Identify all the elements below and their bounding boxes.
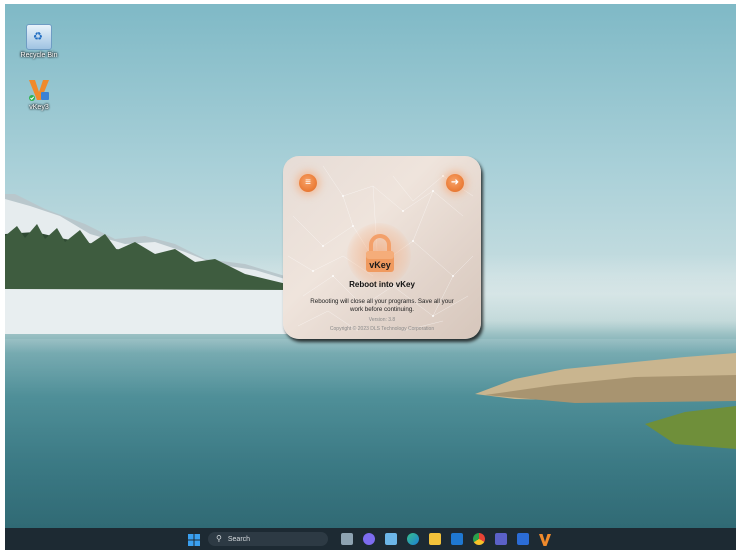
- copyright-text: Copyright © 2023 DLS Technology Corporat…: [329, 326, 435, 332]
- outlook-icon[interactable]: [451, 533, 463, 545]
- desktop-icon-recycle-bin[interactable]: ♻ Recycle Bin: [17, 24, 61, 59]
- exit-button[interactable]: ➜: [446, 174, 464, 192]
- desktop-icon-vkey[interactable]: vKey3: [17, 78, 61, 111]
- photos-icon[interactable]: [385, 533, 397, 545]
- search-icon: ⚲: [216, 534, 222, 543]
- dialog-title: Reboot into vKey: [349, 280, 415, 289]
- search-placeholder: Search: [227, 536, 251, 543]
- vkey-logo-text: vKey: [369, 260, 391, 270]
- desktop-icon-label: vKey3: [29, 104, 49, 111]
- exit-icon: ➜: [450, 177, 460, 188]
- task-view-icon[interactable]: [341, 533, 353, 545]
- dialog-message: Rebooting will close all your programs. …: [310, 298, 454, 313]
- vkey-taskbar-icon[interactable]: [539, 533, 551, 546]
- chat-icon[interactable]: [363, 533, 375, 545]
- file-explorer-icon[interactable]: [429, 533, 441, 545]
- recycle-bin-icon: ♻: [26, 24, 52, 50]
- taskbar: ⚲ Search: [5, 528, 736, 550]
- grass-shore: [645, 406, 736, 449]
- start-icon[interactable]: [188, 533, 200, 546]
- lock-icon[interactable]: vKey: [363, 234, 397, 274]
- word-icon[interactable]: [517, 533, 529, 545]
- search-box[interactable]: ⚲ Search: [208, 532, 328, 546]
- reboot-dialog: ≡ ➜ vKey Reboot into vKey Rebooting will…: [283, 156, 481, 339]
- grass-island: [475, 353, 736, 403]
- menu-icon: ≡: [305, 177, 311, 188]
- edge-icon[interactable]: [407, 533, 419, 545]
- chrome-icon[interactable]: [473, 533, 485, 545]
- mountain-left: [5, 194, 295, 334]
- vkey-app-icon: [27, 78, 51, 102]
- version-text: Version: 3.8: [368, 317, 396, 323]
- menu-button[interactable]: ≡: [299, 174, 317, 192]
- desktop: ♻ Recycle Bin vKey3 ≡ ➜ vKey Reboot into…: [5, 4, 736, 550]
- desktop-icon-label: Recycle Bin: [20, 52, 58, 59]
- teams-icon[interactable]: [495, 533, 507, 545]
